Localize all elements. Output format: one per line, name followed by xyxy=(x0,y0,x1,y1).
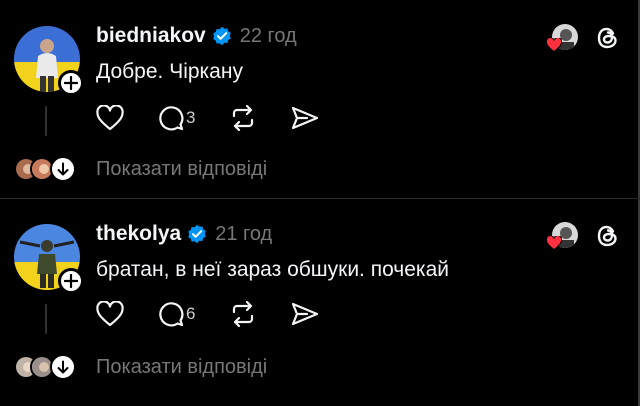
threads-logo-icon[interactable] xyxy=(596,223,620,249)
reply-count: 6 xyxy=(186,304,196,323)
arrow-down-icon xyxy=(57,360,69,374)
like-button[interactable] xyxy=(96,300,124,328)
thread-post: thekolya 21 год братан, в неї зараз обшу… xyxy=(0,0,640,406)
expand-replies-button[interactable] xyxy=(50,354,76,380)
reply-preview[interactable]: Показати відповіді xyxy=(14,354,267,380)
reply-button[interactable]: 6 xyxy=(158,300,195,328)
action-bar: 6 xyxy=(96,300,353,328)
plus-icon xyxy=(64,274,78,288)
username[interactable]: thekolya xyxy=(96,222,181,246)
post-text: братан, в неї зараз обшуки. почекай xyxy=(96,258,449,281)
follow-button[interactable] xyxy=(58,268,84,294)
heart-outline-icon xyxy=(96,301,124,327)
thread-line xyxy=(45,304,47,334)
post-header: thekolya 21 год xyxy=(96,222,272,246)
timestamp: 21 год xyxy=(215,222,273,245)
show-replies-link[interactable]: Показати відповіді xyxy=(96,356,267,379)
heart-filled-icon xyxy=(546,236,562,250)
speech-bubble-icon xyxy=(159,302,184,327)
repost-arrows-icon xyxy=(233,301,254,327)
post-top-right xyxy=(544,222,620,250)
repost-button[interactable] xyxy=(229,300,257,328)
verified-badge-icon xyxy=(188,224,207,244)
send-icon xyxy=(292,302,319,326)
share-button[interactable] xyxy=(291,300,319,328)
liked-by[interactable] xyxy=(544,222,578,250)
